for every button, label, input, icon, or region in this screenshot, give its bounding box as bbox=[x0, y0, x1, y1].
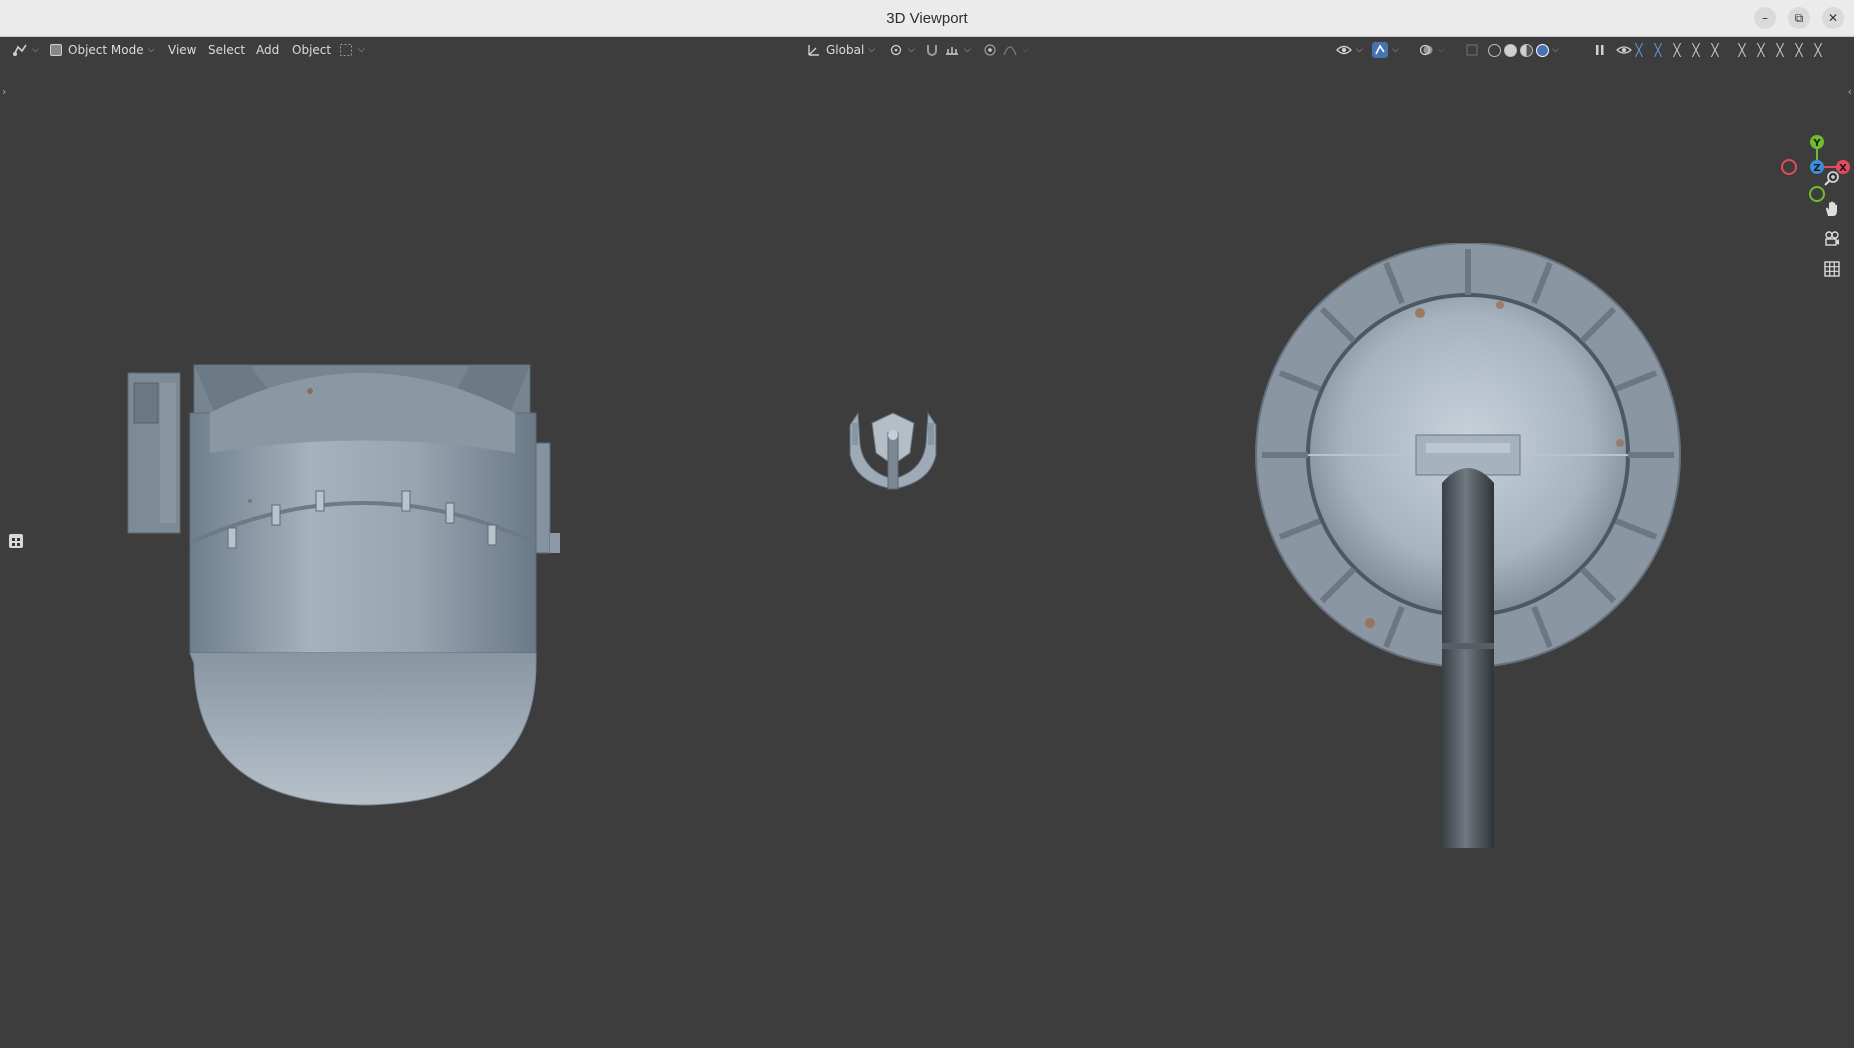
object-mode-icon bbox=[48, 42, 64, 58]
maximize-icon[interactable]: ⧉ bbox=[1788, 7, 1810, 29]
toolbar-expand-arrow[interactable]: › bbox=[2, 85, 6, 98]
select-box-button[interactable]: ⌵ bbox=[338, 41, 365, 59]
snap-toggle[interactable]: ⌵ bbox=[924, 41, 971, 59]
editor-type-icon bbox=[12, 42, 28, 58]
gizmo-toggle[interactable]: ⌵ bbox=[1372, 41, 1399, 59]
eye-button[interactable] bbox=[1616, 41, 1632, 59]
ortho-grid-icon[interactable] bbox=[1820, 257, 1844, 281]
proportional-edit-toggle[interactable] bbox=[982, 41, 998, 59]
chevron-down-icon: ⌵ bbox=[147, 45, 155, 55]
chevron-down-icon: ⌵ bbox=[1392, 45, 1399, 55]
chevron-down-icon: ⌵ bbox=[32, 45, 39, 55]
chevron-down-icon: ⌵ bbox=[358, 45, 365, 55]
layer-toggle-icon[interactable]: ╳ bbox=[1811, 42, 1825, 58]
layer-toggle-icon[interactable]: ╳ bbox=[1708, 42, 1722, 58]
sidebar-expand-arrow[interactable]: ‹ bbox=[1848, 85, 1852, 98]
wireframe-shading-icon[interactable] bbox=[1488, 43, 1501, 57]
chevron-down-icon: ⌵ bbox=[1438, 45, 1445, 55]
snap-increment-icon bbox=[944, 42, 960, 58]
rendered-shading-icon[interactable] bbox=[1536, 43, 1549, 57]
menu-select[interactable]: Select bbox=[202, 41, 251, 59]
transform-orientation-selector[interactable]: Global ⌵ bbox=[806, 41, 875, 59]
small-turret-model[interactable] bbox=[838, 403, 948, 503]
layer-toggle-icon[interactable]: ╳ bbox=[1735, 42, 1749, 58]
chevron-down-icon: ⌵ bbox=[868, 45, 876, 55]
menu-object[interactable]: Object bbox=[286, 41, 337, 59]
chevron-down-icon: ⌵ bbox=[908, 45, 915, 55]
pause-icon bbox=[1592, 42, 1608, 58]
window-controls: – ⧉ ✕ bbox=[1754, 7, 1844, 29]
zoom-icon[interactable] bbox=[1820, 167, 1844, 191]
round-turret-model[interactable] bbox=[1250, 243, 1690, 863]
chevron-down-icon: ⌵ bbox=[1356, 45, 1363, 55]
falloff-icon bbox=[1002, 42, 1018, 58]
menu-view[interactable]: View bbox=[162, 41, 202, 59]
pivot-point-icon bbox=[888, 42, 904, 58]
y-axis-label: Y bbox=[1812, 138, 1821, 149]
layer-toggle-icon[interactable]: ╳ bbox=[1792, 42, 1806, 58]
cylindrical-tank-model[interactable] bbox=[120, 293, 570, 813]
overlay-toggle[interactable]: ⌵ bbox=[1418, 41, 1445, 59]
viewport-header: ⌵ Object Mode ⌵ View Select Add Object ⌵… bbox=[0, 37, 1854, 63]
mode-selector[interactable]: Object Mode ⌵ bbox=[48, 41, 154, 59]
xray-toggle[interactable] bbox=[1464, 41, 1480, 59]
solid-shading-icon[interactable] bbox=[1504, 43, 1517, 57]
eye-icon bbox=[1616, 42, 1632, 58]
pan-hand-icon[interactable] bbox=[1820, 197, 1844, 221]
layer-toggle-icon[interactable]: ╳ bbox=[1632, 42, 1646, 58]
minimize-icon[interactable]: – bbox=[1754, 7, 1776, 29]
falloff-selector[interactable]: ⌵ bbox=[1002, 41, 1029, 59]
layer-toggle-icon[interactable]: ╳ bbox=[1773, 42, 1787, 58]
window-title: 3D Viewport bbox=[886, 9, 968, 27]
proportional-edit-icon bbox=[982, 42, 998, 58]
editor-type-button[interactable]: ⌵ bbox=[12, 41, 39, 59]
snap-icon bbox=[924, 42, 940, 58]
overlay-icon bbox=[1418, 42, 1434, 58]
window-titlebar: 3D Viewport – ⧉ ✕ bbox=[0, 0, 1854, 37]
layer-toggle-icon[interactable]: ╳ bbox=[1670, 42, 1684, 58]
close-icon[interactable]: ✕ bbox=[1822, 7, 1844, 29]
object-visibility-selector[interactable]: ⌵ bbox=[1336, 41, 1363, 59]
object-visibility-icon bbox=[1336, 42, 1352, 58]
layer-toggle-icon[interactable]: ╳ bbox=[1754, 42, 1768, 58]
chevron-down-icon: ⌵ bbox=[1022, 45, 1029, 55]
select-box-icon bbox=[338, 42, 354, 58]
material-preview-shading-icon[interactable] bbox=[1520, 43, 1533, 57]
layer-toggle-icon[interactable]: ╳ bbox=[1689, 42, 1703, 58]
chevron-down-icon: ⌵ bbox=[964, 45, 971, 55]
pivot-point-selector[interactable]: ⌵ bbox=[888, 41, 915, 59]
neg-x-axis-icon[interactable] bbox=[1781, 159, 1797, 175]
gizmo-toggle-icon bbox=[1372, 42, 1388, 58]
layer-toggle-icon[interactable]: ╳ bbox=[1651, 42, 1665, 58]
menu-add[interactable]: Add bbox=[250, 41, 285, 59]
camera-view-icon[interactable] bbox=[1820, 227, 1844, 251]
pause-button[interactable] bbox=[1592, 41, 1608, 59]
mode-label: Object Mode bbox=[68, 43, 144, 57]
orientation-icon bbox=[806, 42, 822, 58]
viewport-canvas[interactable]: › ‹ Y X Z bbox=[0, 63, 1854, 1048]
xray-icon bbox=[1464, 42, 1480, 58]
chevron-down-icon[interactable]: ⌵ bbox=[1552, 45, 1559, 55]
shading-mode-group: ⌵ bbox=[1488, 41, 1559, 59]
layer-toggles: ╳ ╳ ╳ ╳ ╳ ╳ ╳ ╳ ╳ ╳ bbox=[1632, 41, 1825, 59]
orientation-label: Global bbox=[826, 43, 865, 57]
checker-tool-icon[interactable] bbox=[9, 534, 23, 548]
